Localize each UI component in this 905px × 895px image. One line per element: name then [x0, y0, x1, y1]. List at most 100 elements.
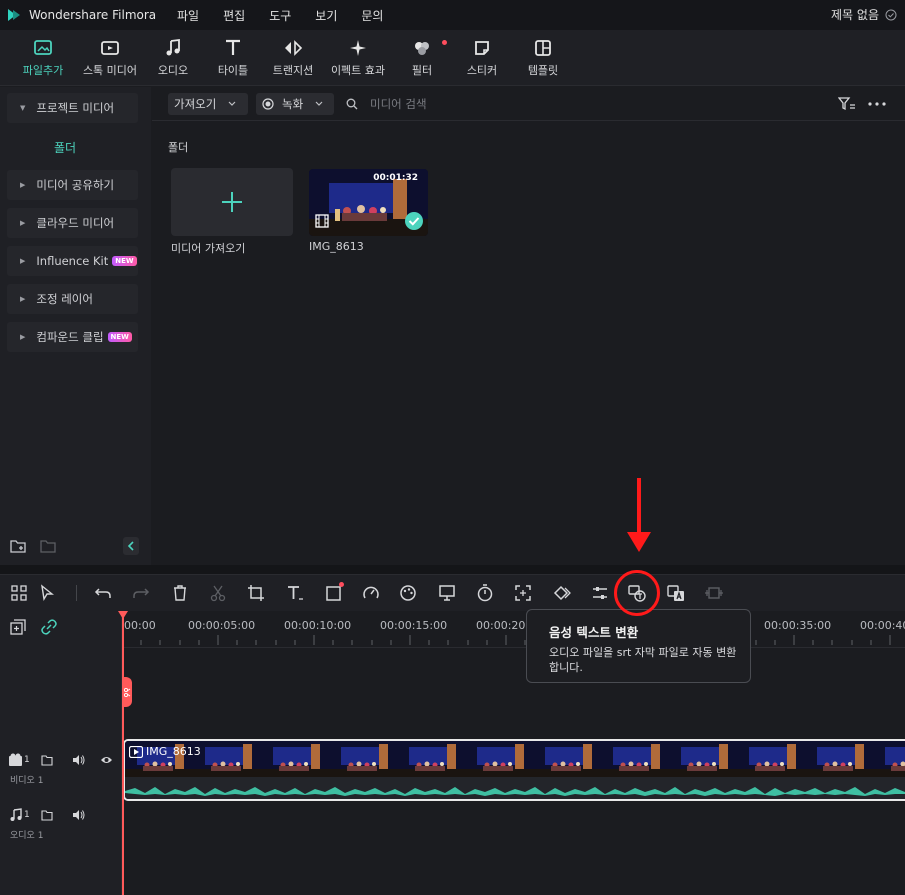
panel-divider[interactable] — [0, 565, 905, 574]
annotation-circle — [614, 570, 660, 616]
audio-waveform — [125, 781, 905, 799]
tool-label: 이펙트 효과 — [330, 64, 386, 77]
chevron-down-icon — [315, 101, 323, 106]
sidebar-item-adjustment-layer[interactable]: ▶ 조정 레이어 — [7, 284, 138, 314]
sidebar-item-cloud-media[interactable]: ▶ 클라우드 미디어 — [7, 208, 138, 238]
sidebar-item-compound-clip[interactable]: ▶ 컴파운드 클립 NEW — [7, 322, 138, 352]
new-badge: NEW — [107, 332, 132, 342]
playhead-marker[interactable] — [122, 677, 132, 707]
sidebar-item-shared-media[interactable]: ▶ 미디어 공유하기 — [7, 170, 138, 200]
undo-button[interactable] — [93, 583, 113, 603]
tool-label: 템플릿 — [527, 64, 559, 77]
audio-track-label: 오디오 1 — [10, 831, 44, 841]
tool-import-media[interactable]: 파일추가 — [10, 38, 76, 78]
sidebar-item-folder[interactable]: 폴더 — [54, 139, 76, 156]
tool-stock-media[interactable]: 스톡 미디어 — [77, 38, 143, 78]
annotation-arrow — [627, 478, 651, 552]
sticker-icon — [475, 41, 489, 55]
split-button[interactable] — [208, 583, 228, 603]
import-dropdown[interactable]: 가져오기 — [168, 93, 248, 115]
tool-label: 필터 — [411, 64, 433, 77]
tick-label: 00:00:20: — [476, 619, 530, 632]
filter-funnel-icon[interactable] — [838, 97, 856, 111]
menu-help[interactable]: 문의 — [361, 7, 383, 24]
speaker-icon[interactable] — [72, 754, 85, 766]
ai-portrait-button[interactable] — [437, 583, 457, 603]
record-dropdown[interactable]: 녹화 — [256, 93, 334, 115]
tooltip-title: 음성 텍스트 변환 — [549, 625, 639, 640]
redo-icon — [133, 588, 150, 598]
speaker-icon[interactable] — [72, 809, 85, 821]
select-tool-button[interactable] — [38, 583, 58, 603]
playhead[interactable] — [122, 611, 124, 895]
new-badge: NEW — [112, 256, 137, 266]
plus-icon — [222, 192, 242, 212]
menu-bar: 파일 편집 도구 보기 문의 — [177, 7, 407, 24]
tick-label: 00:00:15:00 — [380, 619, 448, 632]
collapse-sidebar-button[interactable] — [123, 537, 139, 555]
tool-templates[interactable]: 템플릿 — [510, 38, 576, 78]
text-button[interactable] — [285, 583, 305, 603]
sidebar-item-project-media[interactable]: ▼ 프로젝트 미디어 — [7, 93, 138, 123]
menu-file[interactable]: 파일 — [177, 7, 199, 24]
folder-lock-icon[interactable] — [41, 754, 53, 766]
import-dropdown-label: 가져오기 — [174, 97, 217, 111]
focus-frame-icon — [515, 585, 531, 601]
menu-tools[interactable]: 도구 — [269, 7, 291, 24]
crop-button[interactable] — [246, 583, 266, 603]
tool-audio[interactable]: 오디오 — [140, 38, 206, 78]
redo-button[interactable] — [131, 583, 151, 603]
clip-filmstrip — [125, 741, 905, 777]
color-button[interactable] — [398, 583, 418, 603]
layout-button[interactable] — [9, 583, 29, 603]
menu-edit[interactable]: 편집 — [223, 7, 245, 24]
project-title[interactable]: 제목 없음 — [831, 6, 879, 23]
folder-icon[interactable] — [40, 539, 56, 553]
folder-lock-icon[interactable] — [41, 809, 53, 821]
video-track-index: 1 — [24, 755, 30, 765]
more-options-icon[interactable] — [868, 102, 886, 106]
import-media-icon — [34, 40, 52, 55]
check-circle-icon — [885, 9, 897, 20]
media-sidebar: ▼ 프로젝트 미디어 폴더 ▶ 미디어 공유하기 ▶ 클라우드 미디어 ▶ In… — [0, 87, 151, 565]
tool-titles[interactable]: 타이틀 — [200, 38, 266, 78]
presentation-icon — [439, 585, 455, 601]
speed-button[interactable] — [361, 583, 381, 603]
menu-view[interactable]: 보기 — [315, 7, 337, 24]
ai-translation-button[interactable] — [666, 583, 686, 603]
video-track-label: 비디오 1 — [10, 776, 44, 786]
notification-dot — [442, 40, 447, 45]
filmstrip-icon — [705, 587, 723, 599]
clip-thumbnail[interactable]: 00:01:32 — [309, 169, 428, 236]
tool-label: 스톡 미디어 — [82, 64, 138, 77]
tool-stickers[interactable]: 스티커 — [449, 38, 515, 78]
play-icon — [129, 745, 143, 758]
duration-button[interactable] — [475, 583, 495, 603]
eye-icon[interactable] — [100, 755, 113, 765]
tool-transitions[interactable]: 트랜지션 — [260, 38, 326, 78]
add-track-icon[interactable] — [10, 619, 26, 635]
time-ruler[interactable]: 00:00 00:00:05:00 00:00:10:00 00:00:15:0… — [122, 611, 905, 647]
chevron-left-icon — [127, 541, 134, 551]
expand-right-icon: ▶ — [20, 257, 26, 265]
tick-label: 00:00 — [124, 619, 156, 632]
video-clip[interactable]: IMG_8613 — [123, 739, 905, 801]
media-search-input[interactable] — [344, 93, 764, 115]
delete-button[interactable] — [170, 583, 190, 603]
sidebar-item-influence-kit[interactable]: ▶ Influence Kit NEW — [7, 246, 138, 276]
tool-effects[interactable]: 이펙트 효과 — [325, 38, 391, 78]
auto-reframe-button[interactable] — [513, 583, 533, 603]
new-folder-icon[interactable] — [10, 539, 26, 553]
grid-layout-icon — [11, 585, 27, 601]
transition-icon — [285, 40, 303, 56]
silence-detection-button[interactable] — [704, 583, 724, 603]
adjust-button[interactable] — [590, 583, 610, 603]
tool-label: 타이틀 — [217, 64, 249, 77]
import-media-tile[interactable] — [171, 168, 293, 236]
keyframe-button[interactable] — [552, 583, 572, 603]
link-icon[interactable] — [41, 619, 57, 635]
project-title-area: 제목 없음 — [831, 6, 897, 23]
expand-down-icon: ▼ — [20, 104, 26, 112]
main-toolbar: 파일추가 스톡 미디어 오디오 타이틀 트랜지션 이펙트 효과 필터 스티커 템… — [0, 30, 905, 86]
media-toolbar: 가져오기 녹화 — [152, 87, 905, 121]
